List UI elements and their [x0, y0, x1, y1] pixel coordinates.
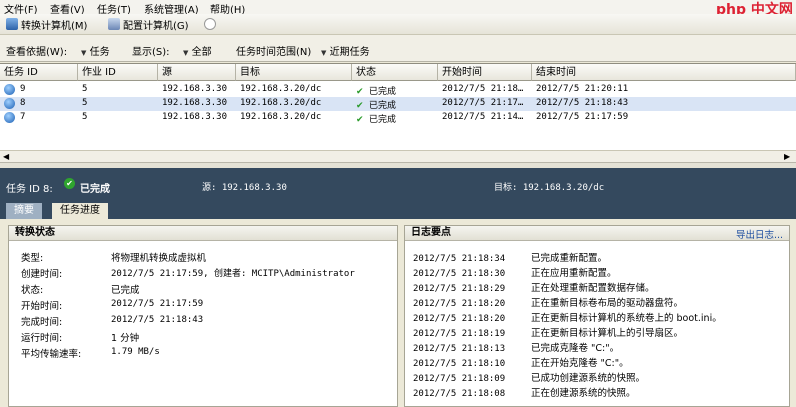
column-header-end-time[interactable]: 结束时间	[532, 64, 796, 81]
task-status: 已完成	[80, 184, 110, 195]
task-source: 源: 192.168.3.30	[202, 183, 287, 193]
column-header-job-id[interactable]: 作业 ID	[78, 64, 158, 81]
task-id-label: 任务 ID 8:	[6, 184, 53, 195]
table-row[interactable]: 9 5 192.168.3.30 192.168.3.20/dc ✔ 已完成 2…	[0, 83, 796, 97]
table-row[interactable]: 8 5 192.168.3.30 192.168.3.20/dc ✔ 已完成 2…	[0, 97, 796, 111]
column-header-status[interactable]: 状态	[352, 64, 438, 81]
view-by-label: 查看依据(W):	[6, 47, 68, 58]
log-entry: 2012/7/5 21:18:13 已完成克隆卷 "C:"。	[413, 343, 620, 354]
field-status: 状态:	[21, 285, 44, 296]
export-log-link[interactable]: 导出日志...	[736, 227, 783, 241]
log-highlights-panel: 日志要点 导出日志... 2012/7/5 21:18:34 已完成重新配置。 2…	[404, 225, 790, 407]
log-highlights-title: 日志要点	[405, 226, 789, 241]
task-detail-header: 任务 ID 8: ✔ 已完成 源: 192.168.3.30 目标: 192.1…	[0, 168, 796, 202]
tab-task-progress[interactable]: 任务进度	[52, 203, 108, 219]
log-entry: 2012/7/5 21:18:34 已完成重新配置。	[413, 253, 608, 264]
field-runtime: 运行时间:	[21, 333, 63, 344]
time-range-select[interactable]: ▼ 近期任务	[318, 43, 370, 58]
field-start-value: 2012/7/5 21:17:59	[111, 299, 204, 309]
refresh-icon	[204, 18, 216, 30]
check-icon: ✔	[356, 101, 364, 111]
field-finish-value: 2012/7/5 21:18:43	[111, 315, 204, 325]
convert-icon	[6, 18, 18, 30]
view-by-select[interactable]: ▼ 任务	[78, 43, 110, 58]
convert-label: 转换计算机(M)	[21, 20, 88, 32]
field-rate-value: 1.79 MB/s	[111, 347, 160, 357]
tab-summary[interactable]: 摘要	[6, 203, 42, 219]
completed-check-icon: ✔	[64, 178, 75, 189]
log-entry: 2012/7/5 21:18:29 正在处理重新配置数据存储。	[413, 283, 655, 294]
scroll-left-icon[interactable]: ◀	[3, 152, 9, 161]
log-entry: 2012/7/5 21:18:20 正在重新目标卷布局的驱动器盘符。	[413, 298, 684, 309]
task-icon	[4, 84, 15, 95]
menu-bar: 文件(F) 查看(V) 任务(T) 系统管理(A) 帮助(H) php 中文网	[0, 0, 796, 18]
column-header-task-id[interactable]: 任务 ID	[0, 64, 78, 81]
task-table: 任务 ID 作业 ID 源 目标 状态 开始时间 结束时间 9 5 192.16…	[0, 63, 796, 160]
field-type: 类型:	[21, 253, 44, 264]
conversion-status-panel: 转换状态 类型: 将物理机转换成虚拟机 创建时间: 2012/7/5 21:17…	[8, 225, 398, 407]
log-entry: 2012/7/5 21:18:10 正在开始克隆卷 "C:"。	[413, 358, 629, 369]
table-row[interactable]: 7 5 192.168.3.30 192.168.3.20/dc ✔ 已完成 2…	[0, 111, 796, 125]
chevron-down-icon: ▼	[321, 49, 327, 57]
field-runtime-value: 1 分钟	[111, 333, 140, 344]
field-rate: 平均传输速率:	[21, 349, 82, 360]
toolbar: 转换计算机(M) 配置计算机(G)	[0, 14, 796, 35]
column-header-source[interactable]: 源	[158, 64, 236, 81]
log-entry: 2012/7/5 21:18:08 正在创建源系统的快照。	[413, 388, 636, 399]
refresh-button[interactable]	[204, 17, 216, 31]
task-target: 目标: 192.168.3.20/dc	[494, 183, 605, 193]
scroll-right-icon[interactable]: ▶	[784, 152, 790, 161]
show-label: 显示(S):	[132, 47, 170, 58]
column-header-target[interactable]: 目标	[236, 64, 352, 81]
conversion-status-title: 转换状态	[9, 226, 397, 241]
detail-tabs: 摘要 任务进度	[0, 202, 796, 219]
configure-machine-button[interactable]: 配置计算机(G)	[108, 17, 189, 32]
field-type-value: 将物理机转换成虚拟机	[111, 253, 207, 264]
field-start: 开始时间:	[21, 301, 63, 312]
check-icon: ✔	[356, 87, 364, 97]
task-icon	[4, 112, 15, 123]
convert-machine-button[interactable]: 转换计算机(M)	[6, 17, 88, 32]
configure-label: 配置计算机(G)	[123, 20, 189, 32]
task-icon	[4, 98, 15, 109]
show-select[interactable]: ▼ 全部	[180, 43, 212, 58]
log-entry: 2012/7/5 21:18:09 已成功创建源系统的快照。	[413, 373, 646, 384]
filter-bar: 查看依据(W): ▼ 任务 显示(S): ▼ 全部 任务时间范围(N) ▼ 近期…	[0, 35, 796, 62]
time-range-label: 任务时间范围(N)	[236, 47, 312, 58]
configure-icon	[108, 18, 120, 30]
field-finish: 完成时间:	[21, 317, 63, 328]
task-progress-panel: 转换状态 类型: 将物理机转换成虚拟机 创建时间: 2012/7/5 21:17…	[0, 219, 796, 407]
chevron-down-icon: ▼	[183, 49, 189, 57]
check-icon: ✔	[356, 115, 364, 125]
column-header-start-time[interactable]: 开始时间	[438, 64, 532, 81]
chevron-down-icon: ▼	[81, 49, 87, 57]
field-created-value: 2012/7/5 21:17:59, 创建者: MCITP\Administra…	[111, 269, 355, 279]
log-entry: 2012/7/5 21:18:20 正在更新目标计算机的系统卷上的 boot.in…	[413, 313, 722, 324]
field-status-value: 已完成	[111, 285, 140, 296]
log-entry: 2012/7/5 21:18:30 正在应用重新配置。	[413, 268, 617, 279]
field-created: 创建时间:	[21, 269, 63, 280]
log-entry: 2012/7/5 21:18:19 正在更新目标计算机上的引导扇区。	[413, 328, 684, 339]
